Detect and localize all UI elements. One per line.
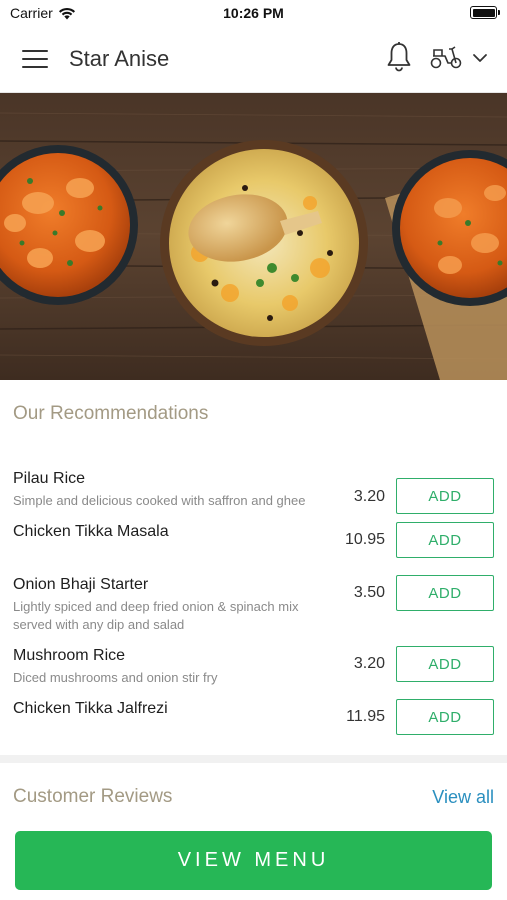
section-divider — [0, 755, 507, 763]
bell-icon[interactable] — [384, 41, 414, 73]
item-description: Diced mushrooms and onion stir fry — [13, 670, 218, 685]
view-menu-button[interactable]: VIEW MENU — [15, 831, 492, 890]
add-button[interactable]: ADD — [396, 522, 494, 558]
hamburger-menu-icon[interactable] — [22, 47, 48, 71]
item-price: 3.20 — [353, 655, 385, 672]
item-name: Onion Bhaji Starter — [13, 576, 149, 593]
item-price: 11.95 — [346, 708, 385, 725]
scooter-icon[interactable] — [429, 44, 463, 70]
restaurant-title: Star Anise — [69, 46, 170, 71]
item-name: Mushroom Rice — [13, 647, 126, 664]
add-button[interactable]: ADD — [396, 699, 494, 735]
add-button[interactable]: ADD — [396, 478, 494, 514]
add-button[interactable]: ADD — [396, 575, 494, 611]
item-price: 3.50 — [353, 584, 385, 601]
item-name: Chicken Tikka Jalfrezi — [13, 700, 168, 717]
battery-icon — [470, 6, 500, 19]
recommendations-title: Our Recommendations — [13, 403, 209, 424]
item-price: 10.95 — [344, 531, 385, 548]
status-bar: Carrier 10:26 PM — [0, 0, 507, 26]
app-header: Star Anise — [0, 26, 507, 93]
item-name: Chicken Tikka Masala — [13, 523, 169, 540]
chevron-down-icon[interactable] — [470, 50, 490, 66]
item-price: 3.20 — [353, 488, 385, 505]
status-time: 10:26 PM — [223, 5, 284, 21]
hero-food-image — [0, 93, 507, 380]
item-description: Simple and delicious cooked with saffron… — [13, 493, 306, 508]
view-all-reviews-link[interactable]: View all — [432, 787, 494, 808]
item-name: Pilau Rice — [13, 470, 86, 487]
add-button[interactable]: ADD — [396, 646, 494, 682]
item-description: Lightly spiced and deep fried onion & sp… — [13, 599, 299, 632]
reviews-title: Customer Reviews — [13, 786, 173, 807]
